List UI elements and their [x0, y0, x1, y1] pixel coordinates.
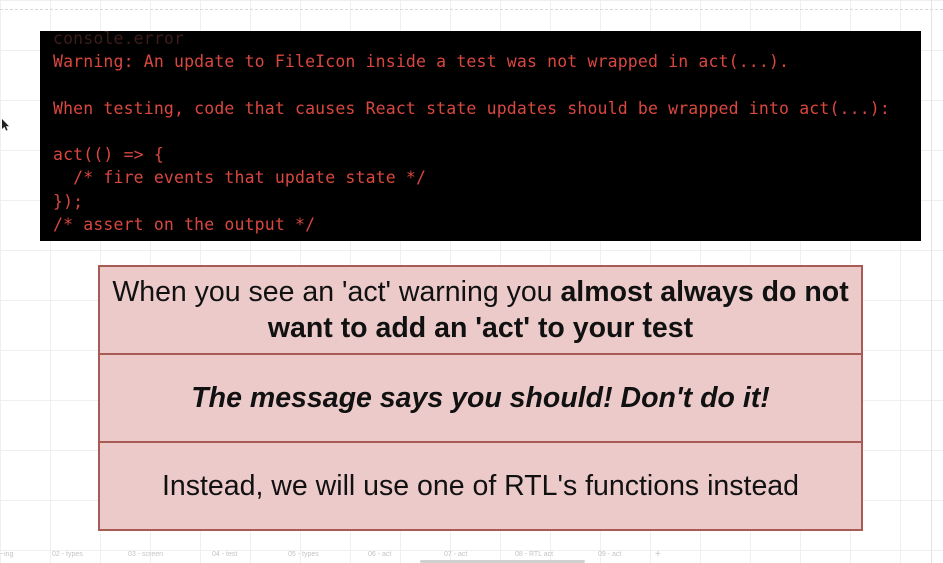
page-tab[interactable]: 08 - RTL act — [515, 551, 553, 558]
console-error-header: console.error — [53, 31, 185, 48]
callout-table: When you see an 'act' warning you almost… — [98, 265, 863, 531]
page-tab[interactable]: 03 - screen — [128, 551, 163, 558]
callout-rtl-functions-text: Instead, we will use one of RTL's functi… — [161, 470, 800, 502]
console-error-message: Warning: An update to FileIcon inside a … — [53, 52, 890, 235]
callout-act-warning: When you see an 'act' warning you almost… — [100, 267, 861, 353]
page-tab[interactable]: 09 - act — [598, 551, 621, 558]
page-tab[interactable]: 02 - types — [52, 551, 83, 558]
page-tab[interactable]: 05 - types — [288, 551, 319, 558]
callout-act-warning-lead: When you see an 'act' warning you — [112, 276, 561, 308]
mouse-pointer-icon — [2, 119, 9, 131]
page-tab[interactable]: ~ing — [0, 551, 13, 558]
console-error-output: console.error Warning: An update to File… — [40, 31, 921, 241]
callout-dont-do-it: The message says you should! Don't do it… — [100, 353, 861, 441]
callout-act-warning-text: When you see an 'act' warning you almost… — [112, 274, 849, 346]
plus-icon[interactable]: + — [655, 549, 661, 560]
right-divider — [931, 0, 932, 563]
page-tab[interactable]: 06 - act — [368, 551, 391, 558]
top-divider — [0, 9, 943, 10]
page-tab[interactable]: 07 - act — [444, 551, 467, 558]
callout-dont-do-it-text: The message says you should! Don't do it… — [191, 382, 770, 414]
page-tab[interactable]: 04 - test — [212, 551, 237, 558]
callout-rtl-functions: Instead, we will use one of RTL's functi… — [100, 441, 861, 529]
page-tabs-bar: ~ing 02 - types 03 - screen 04 - test 05… — [0, 549, 700, 563]
